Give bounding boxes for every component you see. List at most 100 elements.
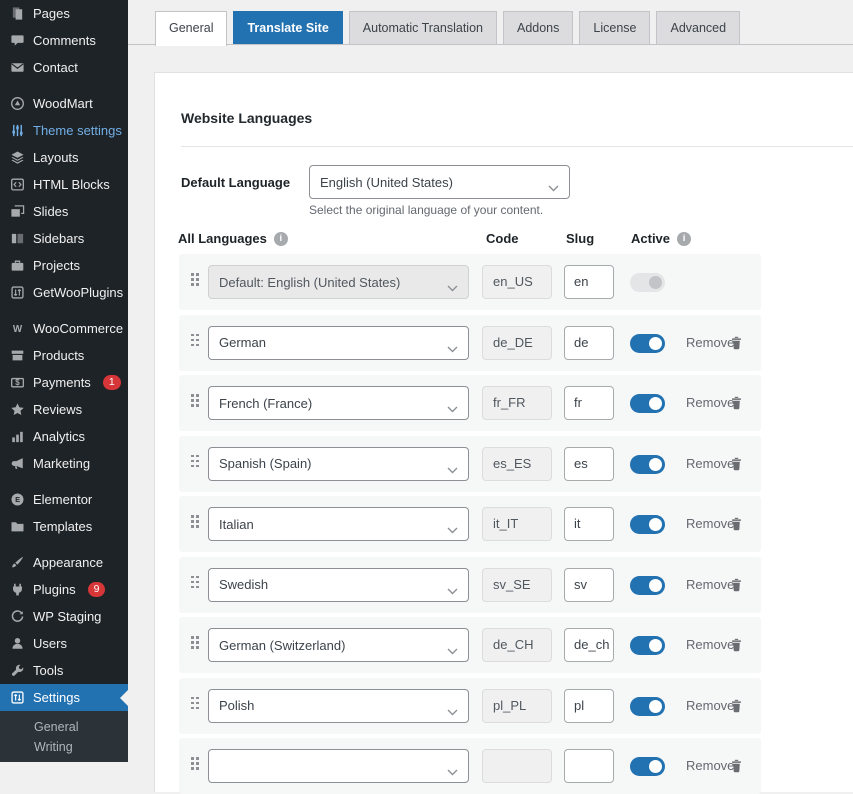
drag-handle[interactable] bbox=[191, 576, 199, 594]
language-select[interactable]: German bbox=[208, 326, 469, 360]
tab-advanced[interactable]: Advanced bbox=[656, 11, 740, 44]
tab-license[interactable]: License bbox=[579, 11, 650, 44]
active-toggle[interactable] bbox=[630, 757, 665, 776]
sidebar-item-getwooplugins[interactable]: GetWooPlugins bbox=[0, 279, 128, 306]
marketing-icon bbox=[9, 456, 25, 472]
active-toggle[interactable] bbox=[630, 636, 665, 655]
slug-input[interactable]: fr bbox=[564, 386, 614, 420]
language-select[interactable]: Swedish bbox=[208, 568, 469, 602]
trash-icon[interactable] bbox=[729, 335, 744, 351]
slug-input[interactable]: pl bbox=[564, 689, 614, 723]
active-toggle[interactable] bbox=[630, 455, 665, 474]
sidebar-item-reviews[interactable]: Reviews bbox=[0, 396, 128, 423]
sidebar-item-projects[interactable]: Projects bbox=[0, 252, 128, 279]
language-select[interactable]: Polish bbox=[208, 689, 469, 723]
remove-button[interactable]: Remove bbox=[686, 496, 734, 552]
trash-icon[interactable] bbox=[729, 456, 744, 472]
info-icon[interactable]: i bbox=[274, 232, 288, 246]
products-icon bbox=[9, 348, 25, 364]
default-language-select[interactable]: English (United States) bbox=[309, 165, 570, 199]
language-select[interactable]: French (France) bbox=[208, 386, 469, 420]
sidebar-item-woocommerce[interactable]: WWooCommerce bbox=[0, 315, 128, 342]
language-row: French (France)fr_FRfrRemove bbox=[179, 375, 761, 431]
remove-button[interactable]: Remove bbox=[686, 375, 734, 431]
settings-tab-bar: GeneralTranslate SiteAutomatic Translati… bbox=[128, 0, 853, 45]
slug-input[interactable]: es bbox=[564, 447, 614, 481]
sidebar-item-html-blocks[interactable]: HTML Blocks bbox=[0, 171, 128, 198]
sidebar-item-settings[interactable]: Settings bbox=[0, 684, 128, 711]
language-select[interactable]: Spanish (Spain) bbox=[208, 447, 469, 481]
active-toggle[interactable] bbox=[630, 697, 665, 716]
drag-handle[interactable] bbox=[191, 273, 199, 291]
language-select[interactable]: Italian bbox=[208, 507, 469, 541]
drag-handle[interactable] bbox=[191, 394, 199, 412]
sidebar-item-wp-staging[interactable]: WP Staging bbox=[0, 603, 128, 630]
sidebar-item-label: WooCommerce bbox=[33, 321, 123, 336]
slug-input[interactable]: de bbox=[564, 326, 614, 360]
default-language-help: Select the original language of your con… bbox=[309, 203, 853, 217]
slug-input[interactable]: sv bbox=[564, 568, 614, 602]
language-select[interactable] bbox=[208, 749, 469, 783]
trash-icon[interactable] bbox=[729, 395, 744, 411]
trash-icon[interactable] bbox=[729, 577, 744, 593]
submenu-item-writing[interactable]: Writing bbox=[0, 737, 128, 757]
trash-icon[interactable] bbox=[729, 698, 744, 714]
sidebar-item-plugins[interactable]: Plugins9 bbox=[0, 576, 128, 603]
notification-badge: 1 bbox=[103, 375, 121, 390]
sidebar-item-comments[interactable]: Comments bbox=[0, 27, 128, 54]
remove-button[interactable]: Remove bbox=[686, 436, 734, 492]
sidebar-item-pages[interactable]: Pages bbox=[0, 0, 128, 27]
trash-icon[interactable] bbox=[729, 516, 744, 532]
active-toggle[interactable] bbox=[630, 394, 665, 413]
sidebar-item-products[interactable]: Products bbox=[0, 342, 128, 369]
slug-input[interactable]: en bbox=[564, 265, 614, 299]
tab-addons[interactable]: Addons bbox=[503, 11, 573, 44]
sidebar-item-contact[interactable]: Contact bbox=[0, 54, 128, 81]
language-select[interactable]: Default: English (United States) bbox=[208, 265, 469, 299]
tab-translate-site[interactable]: Translate Site bbox=[233, 11, 342, 44]
slug-input[interactable]: it bbox=[564, 507, 614, 541]
drag-handle[interactable] bbox=[191, 697, 199, 715]
sidebar-item-tools[interactable]: Tools bbox=[0, 657, 128, 684]
active-header: Active bbox=[631, 231, 670, 246]
drag-handle[interactable] bbox=[191, 636, 199, 654]
sidebar-item-appearance[interactable]: Appearance bbox=[0, 549, 128, 576]
chevron-down-icon bbox=[447, 280, 458, 295]
language-select[interactable]: German (Switzerland) bbox=[208, 628, 469, 662]
info-icon[interactable]: i bbox=[677, 232, 691, 246]
submenu-item-general[interactable]: General bbox=[0, 717, 128, 737]
language-row-partial: Remove bbox=[179, 738, 761, 794]
active-toggle[interactable] bbox=[630, 515, 665, 534]
sidebar-item-users[interactable]: Users bbox=[0, 630, 128, 657]
trash-icon[interactable] bbox=[729, 758, 744, 774]
remove-button[interactable]: Remove bbox=[686, 738, 734, 794]
tab-general[interactable]: General bbox=[155, 11, 227, 46]
chevron-down-icon bbox=[447, 764, 458, 779]
remove-button[interactable]: Remove bbox=[686, 678, 734, 734]
chevron-down-icon bbox=[447, 341, 458, 356]
drag-handle[interactable] bbox=[191, 455, 199, 473]
remove-button[interactable]: Remove bbox=[686, 315, 734, 371]
sidebar-item-theme-settings[interactable]: Theme settings bbox=[0, 117, 128, 144]
drag-handle[interactable] bbox=[191, 757, 199, 775]
sidebar-item-layouts[interactable]: Layouts bbox=[0, 144, 128, 171]
slug-input[interactable]: de_ch bbox=[564, 628, 614, 662]
sidebar-item-elementor[interactable]: EElementor bbox=[0, 486, 128, 513]
drag-handle[interactable] bbox=[191, 334, 199, 352]
sidebar-item-marketing[interactable]: Marketing bbox=[0, 450, 128, 477]
sidebar-item-woodmart[interactable]: WoodMart bbox=[0, 90, 128, 117]
tab-automatic-translation[interactable]: Automatic Translation bbox=[349, 11, 497, 44]
sidebar-item-sidebars[interactable]: Sidebars bbox=[0, 225, 128, 252]
trash-icon[interactable] bbox=[729, 637, 744, 653]
slug-input[interactable] bbox=[564, 749, 614, 783]
sidebar-item-payments[interactable]: $Payments1 bbox=[0, 369, 128, 396]
active-toggle[interactable] bbox=[630, 576, 665, 595]
active-toggle[interactable] bbox=[630, 334, 665, 353]
sidebar-item-slides[interactable]: Slides bbox=[0, 198, 128, 225]
remove-button[interactable]: Remove bbox=[686, 617, 734, 673]
sidebar-item-templates[interactable]: Templates bbox=[0, 513, 128, 540]
settings-submenu: GeneralWriting bbox=[0, 711, 128, 762]
sidebar-item-analytics[interactable]: Analytics bbox=[0, 423, 128, 450]
remove-button[interactable]: Remove bbox=[686, 557, 734, 613]
drag-handle[interactable] bbox=[191, 515, 199, 533]
